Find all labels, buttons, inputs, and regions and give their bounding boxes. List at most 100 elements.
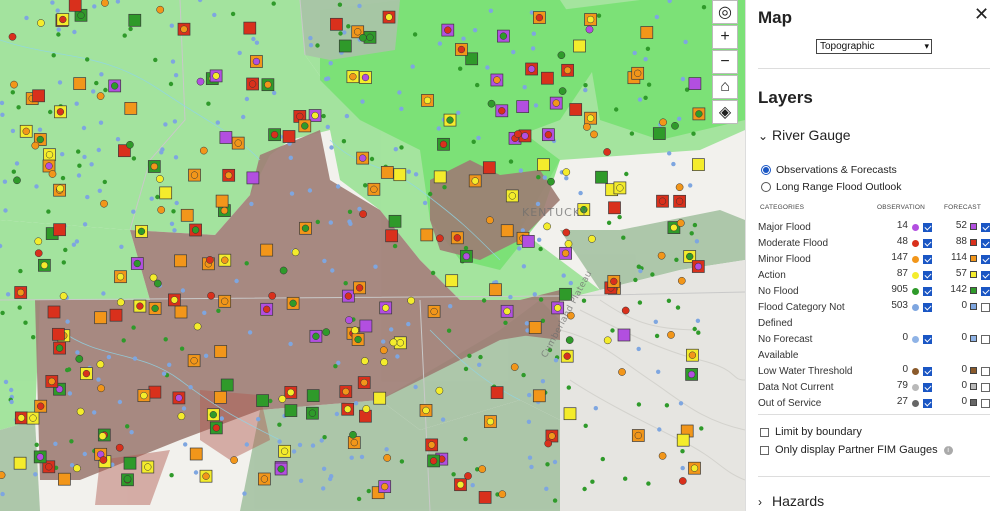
observation-gauge-marker[interactable]: [101, 0, 109, 7]
gauge-dot[interactable]: [97, 188, 103, 193]
gauge-dot[interactable]: [353, 401, 359, 406]
observation-gauge-marker[interactable]: [616, 184, 624, 192]
river-gauge-section-toggle[interactable]: ⌄ River Gauge: [758, 127, 851, 143]
observation-gauge-marker[interactable]: [561, 249, 570, 257]
observation-gauge-marker[interactable]: [190, 171, 199, 179]
observation-gauge-marker[interactable]: [498, 490, 507, 499]
gauge-dot[interactable]: [34, 184, 39, 189]
observation-gauge-marker[interactable]: [688, 351, 697, 359]
observation-gauge-marker[interactable]: [687, 370, 696, 379]
observation-gauge-marker[interactable]: [199, 146, 208, 155]
observation-gauge-marker[interactable]: [453, 234, 461, 242]
observation-gauge-marker[interactable]: [177, 412, 186, 421]
gauge-dot[interactable]: [412, 32, 418, 37]
observation-gauge-marker[interactable]: [59, 15, 67, 24]
gauge-dot[interactable]: [529, 464, 534, 470]
gauge-dot[interactable]: [392, 243, 398, 249]
observation-gauge-marker[interactable]: [175, 394, 183, 402]
gauge-dot[interactable]: [173, 73, 179, 78]
gauge-dot[interactable]: [242, 491, 247, 496]
observation-gauge-marker[interactable]: [499, 32, 508, 40]
observation-gauge-marker[interactable]: [37, 402, 45, 410]
observation-gauge-marker[interactable]: [583, 123, 591, 131]
observation-gauge-marker[interactable]: [396, 339, 404, 347]
observation-gauge-marker[interactable]: [345, 316, 353, 324]
forecast-gauge-marker[interactable]: [109, 308, 123, 322]
observation-gauge-marker[interactable]: [291, 248, 300, 257]
forecast-gauge-marker[interactable]: [282, 130, 296, 143]
gauge-dot[interactable]: [526, 419, 532, 424]
observation-gauge-marker[interactable]: [252, 57, 261, 66]
observation-gauge-marker[interactable]: [446, 116, 454, 124]
observation-gauge-marker[interactable]: [22, 127, 30, 135]
gauge-dot[interactable]: [193, 470, 199, 475]
observation-gauge-marker[interactable]: [48, 377, 56, 386]
gauge-dot[interactable]: [61, 260, 66, 265]
gauge-dot[interactable]: [346, 24, 351, 29]
forecast-checkbox[interactable]: [981, 303, 990, 312]
gauge-dot[interactable]: [23, 320, 28, 325]
gauge-dot[interactable]: [688, 183, 693, 188]
gauge-dot[interactable]: [578, 190, 583, 196]
observation-gauge-marker[interactable]: [115, 443, 124, 452]
gauge-dot[interactable]: [475, 82, 480, 88]
gauge-dot[interactable]: [82, 154, 87, 160]
gauge-dot[interactable]: [521, 372, 526, 378]
gauge-dot[interactable]: [636, 402, 642, 407]
observation-checkbox[interactable]: [923, 303, 932, 312]
gauge-dot[interactable]: [520, 228, 525, 233]
gauge-dot[interactable]: [530, 46, 536, 51]
observation-gauge-marker[interactable]: [156, 5, 165, 14]
gauge-dot[interactable]: [542, 175, 547, 180]
observation-gauge-marker[interactable]: [695, 110, 703, 118]
gauge-dot[interactable]: [508, 159, 514, 164]
observation-gauge-marker[interactable]: [301, 224, 310, 232]
observation-gauge-marker[interactable]: [99, 456, 108, 464]
observation-gauge-marker[interactable]: [359, 210, 367, 218]
gauge-dot[interactable]: [179, 346, 185, 351]
forecast-gauge-marker[interactable]: [58, 472, 71, 486]
observation-gauge-marker[interactable]: [322, 328, 331, 336]
observation-gauge-marker[interactable]: [342, 387, 350, 396]
gauge-dot[interactable]: [666, 298, 672, 303]
gauge-dot[interactable]: [667, 151, 672, 156]
limit-by-boundary-option[interactable]: Limit by boundary: [760, 426, 862, 438]
forecast-gauge-marker[interactable]: [500, 224, 514, 238]
gauge-dot[interactable]: [399, 145, 404, 150]
gauge-dot[interactable]: [48, 109, 53, 115]
gauge-dot[interactable]: [106, 354, 112, 360]
gauge-dot[interactable]: [344, 113, 350, 119]
forecast-gauge-marker[interactable]: [260, 243, 274, 257]
gauge-dot[interactable]: [638, 268, 643, 274]
observation-gauge-marker[interactable]: [193, 322, 202, 331]
observation-gauge-marker[interactable]: [136, 302, 144, 310]
observation-gauge-marker[interactable]: [563, 66, 572, 74]
gauge-dot[interactable]: [328, 476, 333, 482]
observation-gauge-marker[interactable]: [585, 25, 594, 34]
observation-gauge-marker[interactable]: [658, 197, 667, 205]
gauge-dot[interactable]: [357, 3, 362, 9]
observation-gauge-marker[interactable]: [151, 304, 159, 313]
gauge-dot[interactable]: [477, 362, 482, 367]
gauge-dot[interactable]: [321, 113, 326, 119]
gauge-dot[interactable]: [393, 147, 398, 152]
forecast-checkbox[interactable]: [981, 271, 990, 280]
gauge-dot[interactable]: [436, 126, 441, 131]
gauge-dot[interactable]: [60, 152, 65, 157]
gauge-dot[interactable]: [247, 330, 253, 335]
gauge-dot[interactable]: [338, 31, 343, 36]
gauge-dot[interactable]: [395, 354, 400, 359]
gauge-dot[interactable]: [478, 354, 483, 360]
observation-gauge-marker[interactable]: [206, 256, 214, 264]
map-layer[interactable]: [0, 0, 745, 511]
observation-gauge-marker[interactable]: [675, 197, 684, 205]
observation-gauge-marker[interactable]: [10, 80, 18, 89]
gauge-dot[interactable]: [624, 171, 629, 177]
observation-gauge-marker[interactable]: [311, 111, 319, 120]
gauge-dot[interactable]: [653, 319, 658, 324]
gauge-dot[interactable]: [646, 82, 652, 87]
observation-gauge-marker[interactable]: [263, 305, 271, 313]
gauge-dot[interactable]: [637, 97, 643, 102]
gauge-dot[interactable]: [633, 277, 638, 283]
gauge-dot[interactable]: [174, 200, 179, 206]
